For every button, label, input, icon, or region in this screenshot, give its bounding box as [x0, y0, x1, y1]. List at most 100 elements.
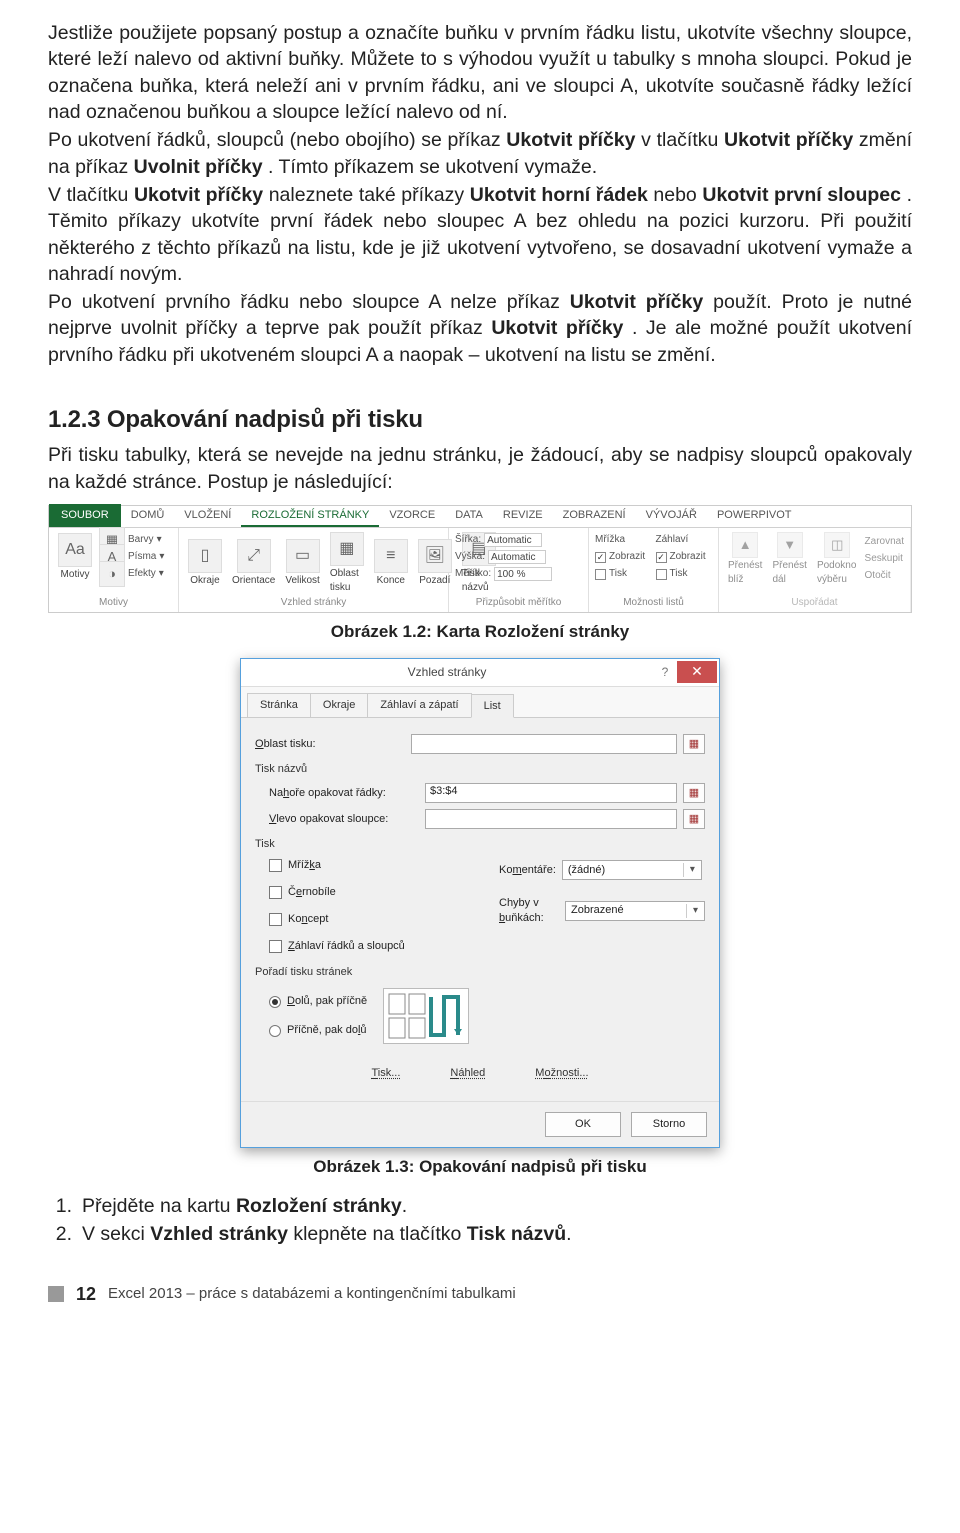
- tab-revize[interactable]: REVIZE: [493, 505, 553, 527]
- meritko-input[interactable]: 100 %: [494, 567, 552, 581]
- prenest-dal-button[interactable]: ▼Přenést dál: [769, 532, 809, 586]
- dolu-pricne-radio[interactable]: [269, 996, 281, 1008]
- mrizka-checkbox[interactable]: [269, 859, 282, 872]
- oblast-tisku-button[interactable]: ▦Oblast tisku: [327, 532, 367, 594]
- chevron-down-icon: ▾: [686, 904, 704, 918]
- text-run: . Tímto příkazem se ukotvení vymaže.: [268, 156, 597, 178]
- tab-stranka[interactable]: Stránka: [247, 693, 311, 718]
- konce-button[interactable]: ≡Konce: [371, 539, 411, 588]
- body-paragraph: Po ukotvení prvního řádku nebo sloupce A…: [48, 289, 912, 368]
- body-paragraph: Po ukotvení řádků, sloupců (nebo obojího…: [48, 127, 912, 180]
- help-button[interactable]: ?: [653, 664, 677, 680]
- mrizka-tisk-check[interactable]: [595, 569, 606, 580]
- tab-data[interactable]: DATA: [445, 505, 493, 527]
- vlevo-sloupce-input[interactable]: [425, 809, 677, 829]
- label: Velikost: [285, 574, 319, 588]
- selected-value: Zobrazené: [566, 903, 686, 918]
- label: Tisk: [670, 567, 688, 581]
- tab-domu[interactable]: DOMŮ: [121, 505, 175, 527]
- seskupit-button[interactable]: Seskupit: [865, 551, 904, 567]
- bold-term: Ukotvit horní řádek: [470, 184, 648, 206]
- background-icon: 🖼: [418, 539, 452, 573]
- body-paragraph: Při tisku tabulky, která se nevejde na j…: [48, 442, 912, 495]
- tab-vyvojar[interactable]: VÝVOJÁŘ: [636, 505, 707, 527]
- label: Otočit: [865, 569, 891, 583]
- send-backward-icon: ▼: [777, 532, 803, 558]
- zarovnat-button[interactable]: Zarovnat: [865, 534, 904, 550]
- nahled-button[interactable]: Náhled: [450, 1066, 485, 1081]
- tab-vzorce[interactable]: VZORCE: [379, 505, 445, 527]
- motivy-button[interactable]: Aa Motivy: [55, 533, 95, 582]
- text-run: V sekci: [82, 1223, 150, 1245]
- cernobile-checkbox[interactable]: [269, 886, 282, 899]
- mrizka-header: Mřížka: [595, 532, 652, 548]
- chyby-select[interactable]: Zobrazené▾: [565, 901, 705, 921]
- label: Podokno výběru: [817, 559, 858, 586]
- podokno-vyberu-button[interactable]: ◫Podokno výběru: [814, 532, 861, 586]
- label: Zobrazit: [670, 550, 706, 564]
- figure-caption: Obrázek 1.2: Karta Rozložení stránky: [48, 621, 912, 644]
- mrizka-zobrazit-check[interactable]: ✓: [595, 552, 606, 563]
- zahlavi-tisk-check[interactable]: [656, 569, 667, 580]
- text-run: Přejděte na kartu: [82, 1195, 236, 1217]
- label: Motivy: [61, 568, 90, 582]
- step-text: V sekci Vzhled stránky klepněte na tlačí…: [82, 1221, 572, 1247]
- group-label: Možnosti listů: [595, 596, 712, 610]
- prenest-bliz-button[interactable]: ▲Přenést blíž: [725, 532, 765, 586]
- chevron-down-icon: ▾: [683, 863, 701, 877]
- sirka-input[interactable]: Automatic: [484, 533, 542, 547]
- label: Zobrazit: [609, 550, 645, 564]
- tab-rozlozeni-stranky[interactable]: ROZLOŽENÍ STRÁNKY: [241, 505, 379, 527]
- label: Černobíle: [288, 885, 336, 900]
- komentare-select[interactable]: (žádné)▾: [562, 860, 702, 880]
- range-picker-icon[interactable]: ▦: [683, 809, 705, 829]
- tisk-button[interactable]: Tisk...: [371, 1066, 400, 1081]
- tab-list[interactable]: List: [471, 694, 514, 719]
- tab-zahlavi-zapati[interactable]: Záhlaví a zápatí: [367, 693, 471, 718]
- tisk-nazvu-label: Tisk názvů: [255, 762, 705, 777]
- label: Dolů, pak příčně: [287, 994, 367, 1009]
- text-run: v tlačítku: [641, 129, 724, 151]
- label: Příčně, pak dolů: [287, 1023, 367, 1038]
- orientace-button[interactable]: ⤢Orientace: [229, 539, 278, 588]
- close-button[interactable]: ✕: [677, 661, 717, 683]
- selected-value: (žádné): [563, 863, 683, 878]
- moznosti-button[interactable]: Možnosti...: [535, 1066, 588, 1081]
- bold-term: Tisk názvů: [467, 1223, 566, 1245]
- page-order-diagram-icon: [383, 988, 469, 1044]
- selection-pane-icon: ◫: [824, 532, 850, 558]
- tab-zobrazeni[interactable]: ZOBRAZENÍ: [553, 505, 636, 527]
- ok-button[interactable]: OK: [545, 1112, 621, 1137]
- label: Záhlaví řádků a sloupců: [288, 939, 405, 954]
- oblast-tisku-input[interactable]: [411, 734, 677, 754]
- orientation-icon: ⤢: [237, 539, 271, 573]
- range-picker-icon[interactable]: ▦: [683, 783, 705, 803]
- tab-powerpivot[interactable]: POWERPIVOT: [707, 505, 802, 527]
- nahore-radky-input[interactable]: $3:$4: [425, 783, 677, 803]
- storno-button[interactable]: Storno: [631, 1112, 707, 1137]
- zahlavi-radku-checkbox[interactable]: [269, 940, 282, 953]
- tab-okraje[interactable]: Okraje: [310, 693, 368, 718]
- zahlavi-zobrazit-check[interactable]: ✓: [656, 552, 667, 563]
- step-number: 1.: [48, 1193, 72, 1219]
- range-picker-icon[interactable]: ▦: [683, 734, 705, 754]
- efekty-button[interactable]: ◑Efekty ▾: [99, 566, 164, 582]
- tab-soubor[interactable]: SOUBOR: [49, 504, 121, 527]
- koncept-checkbox[interactable]: [269, 913, 282, 926]
- size-icon: ▭: [286, 539, 320, 573]
- otocit-button[interactable]: Otočit: [865, 568, 904, 584]
- label: Efekty: [128, 567, 156, 581]
- themes-icon: Aa: [58, 533, 92, 567]
- bold-term: Uvolnit příčky: [134, 156, 263, 178]
- bold-term: Ukotvit příčky: [506, 129, 635, 151]
- label: Orientace: [232, 574, 275, 588]
- velikost-button[interactable]: ▭Velikost: [282, 539, 322, 588]
- effects-icon: ◑: [99, 561, 125, 587]
- okraje-button[interactable]: ▯Okraje: [185, 539, 225, 588]
- vyska-input[interactable]: Automatic: [488, 550, 546, 564]
- bold-term: Rozložení stránky: [236, 1195, 402, 1217]
- tab-vlozeni[interactable]: VLOŽENÍ: [174, 505, 241, 527]
- step-number: 2.: [48, 1221, 72, 1247]
- group-label: Vzhled stránky: [185, 596, 442, 610]
- pricne-dolu-radio[interactable]: [269, 1025, 281, 1037]
